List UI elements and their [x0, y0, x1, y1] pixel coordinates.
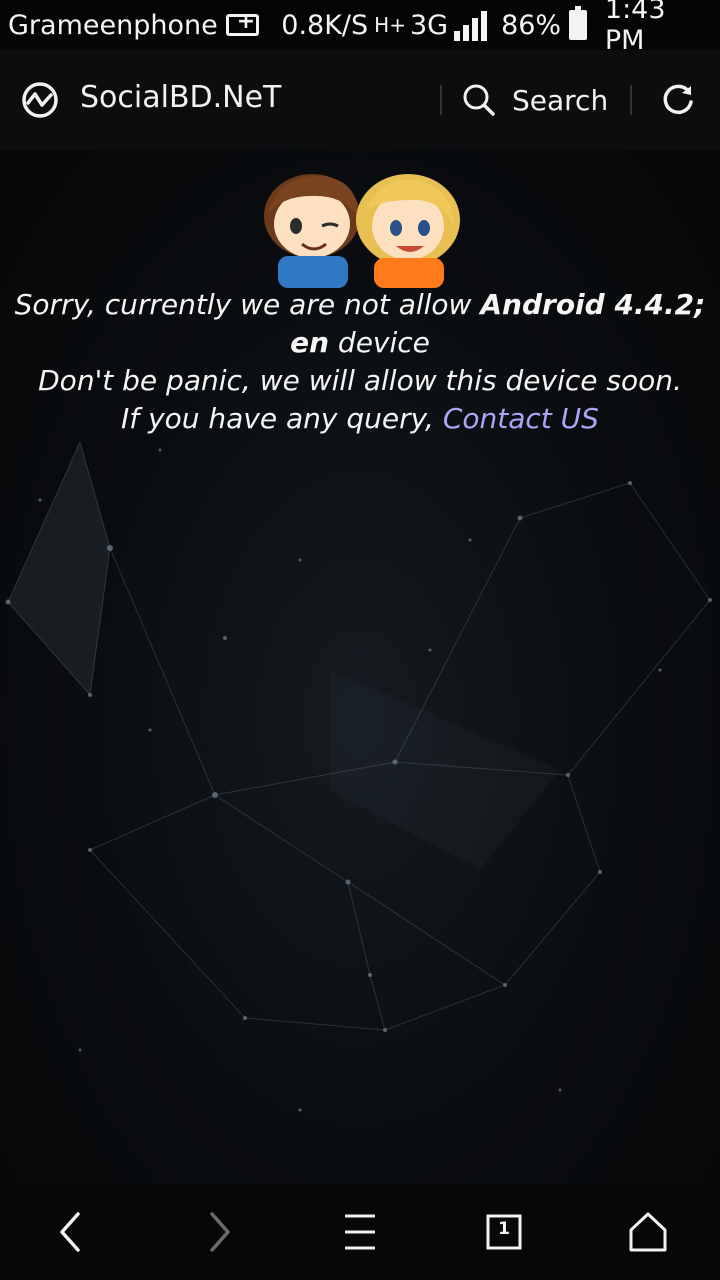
message-line-1: Sorry, currently we are not allow Androi…	[14, 288, 706, 359]
status-bar: Grameenphone 0.8K/S H+ 3G 86% 1:43 PM	[0, 0, 720, 56]
carrier-name: Grameenphone	[8, 9, 218, 41]
message-line-3: If you have any query, Contact US	[121, 402, 599, 435]
device-block-message: Sorry, currently we are not allow Androi…	[14, 286, 706, 438]
tabs-button[interactable]: 1	[476, 1206, 532, 1258]
usb-icon	[225, 9, 260, 36]
search-button[interactable]: Search	[462, 78, 608, 122]
app-header: SocialBD.NeT Search	[0, 50, 720, 150]
header-divider	[440, 85, 442, 115]
network-type: H+	[374, 13, 406, 37]
back-icon[interactable]	[44, 1206, 100, 1258]
network-generation: 3G	[409, 9, 449, 41]
forward-icon[interactable]	[190, 1206, 246, 1258]
network-speed: 0.8K/S	[281, 9, 369, 41]
header-divider	[630, 85, 632, 115]
clock: 1:43 PM	[604, 0, 666, 56]
page-content: Sorry, currently we are not allow Androi…	[0, 150, 720, 1184]
home-icon[interactable]	[620, 1206, 676, 1258]
mascot-image	[264, 174, 460, 288]
search-icon	[463, 84, 495, 116]
refresh-icon[interactable]	[656, 78, 700, 122]
tab-count: 1	[498, 1219, 510, 1239]
browser-nav-bar: 1	[0, 1184, 720, 1280]
logo-icon[interactable]	[20, 80, 60, 120]
data-arrows-icon: H+	[374, 13, 406, 37]
signal-icon	[454, 9, 488, 41]
message-line-2: Don't be panic, we will allow this devic…	[38, 364, 682, 397]
site-title[interactable]: SocialBD.NeT	[80, 80, 281, 115]
menu-icon[interactable]	[332, 1206, 388, 1258]
search-label: Search	[512, 83, 609, 117]
contact-us-link[interactable]: Contact US	[443, 402, 599, 435]
battery-percent: 86%	[501, 9, 562, 41]
battery-icon	[569, 6, 587, 40]
